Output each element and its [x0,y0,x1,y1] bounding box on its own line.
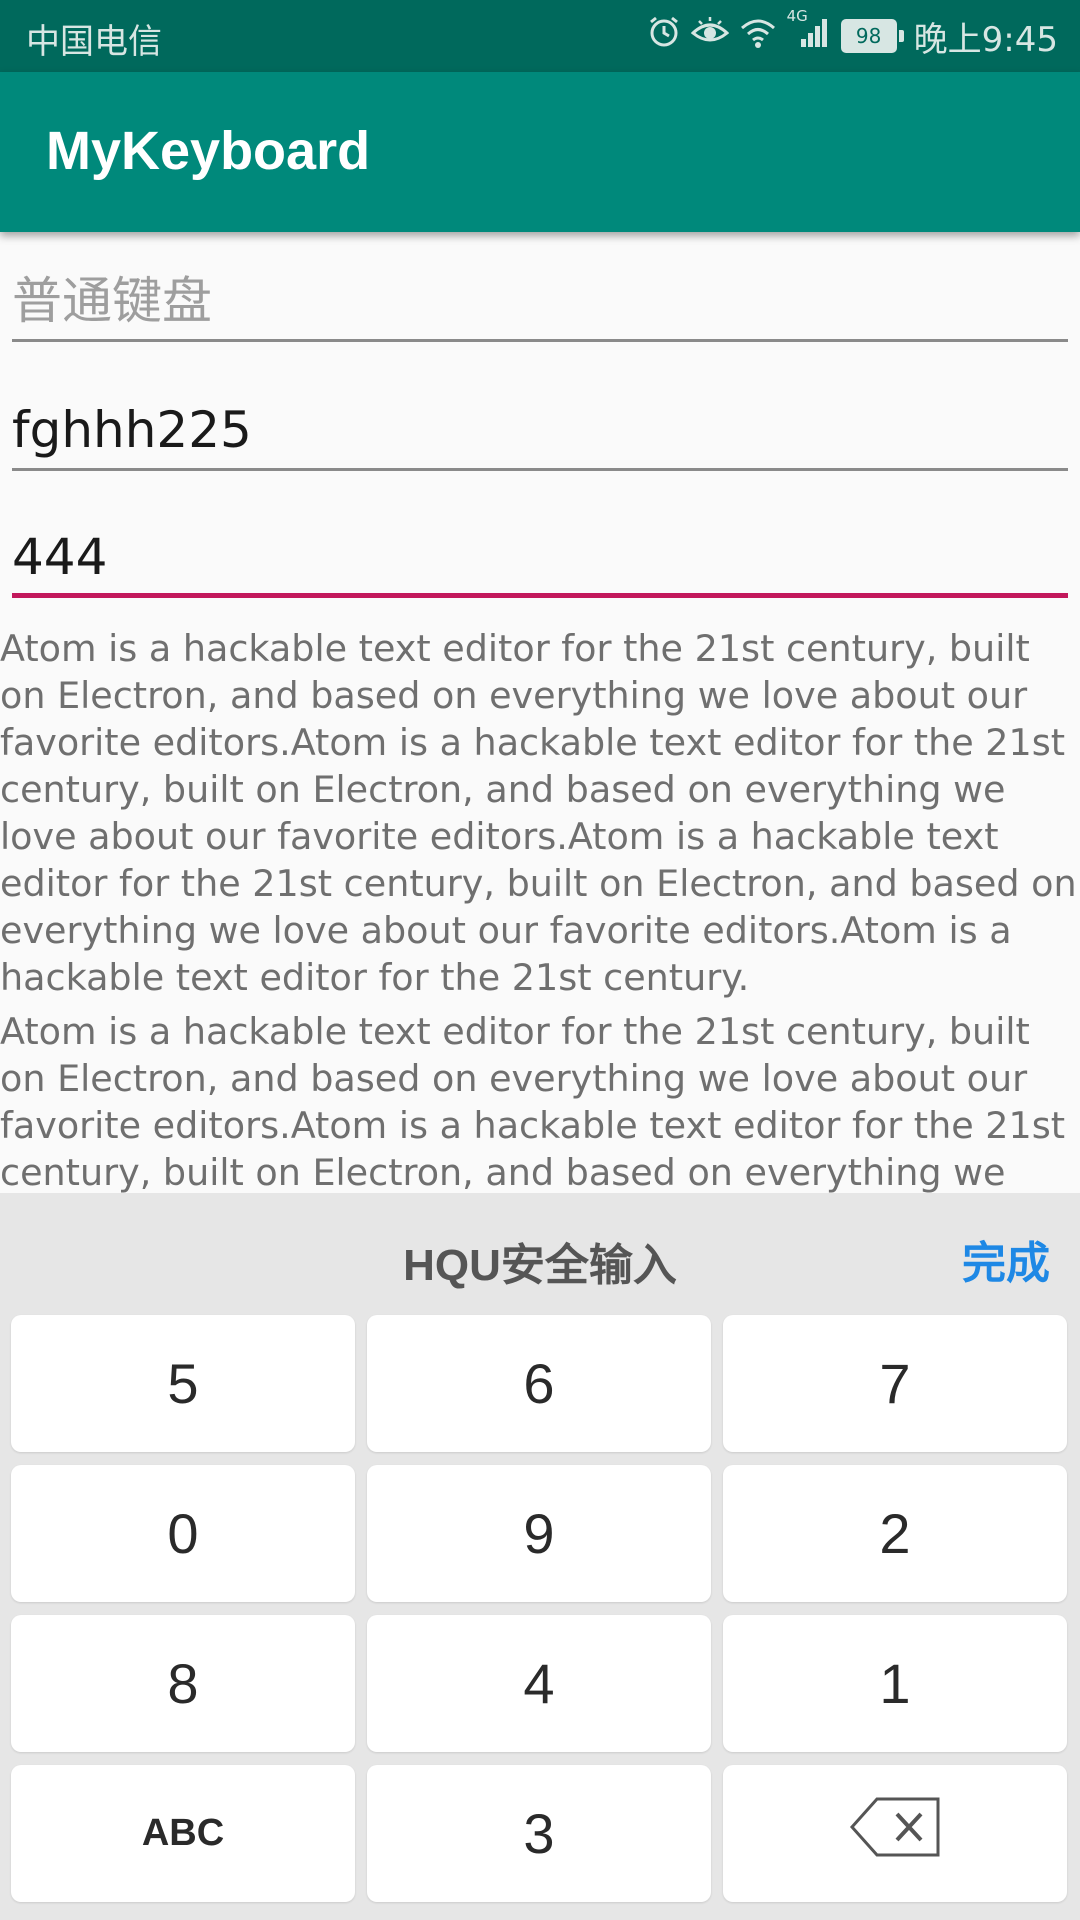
key-7[interactable]: 7 [723,1315,1067,1452]
battery-level: 98 [840,19,897,53]
backspace-icon [849,1796,941,1871]
key-9[interactable]: 9 [367,1465,711,1602]
app-bar: MyKeyboard [0,72,1080,232]
signal-icon: 4G [787,7,831,58]
eye-icon [690,15,729,58]
key-0[interactable]: 0 [11,1465,355,1602]
done-button[interactable]: 完成 [962,1227,1050,1291]
number-field[interactable] [12,488,1068,598]
abc-key[interactable]: ABC [11,1765,355,1902]
network-type-label: 4G [786,6,808,25]
number-input[interactable] [12,528,1068,586]
field-underline [12,468,1068,471]
secure-keyboard: HQU安全输入 完成 5 6 7 0 9 2 8 4 1 ABC 3 [0,1193,1080,1920]
normal-keyboard-input[interactable] [12,272,1068,330]
field-underline [12,339,1068,342]
wifi-icon [739,15,777,58]
key-1[interactable]: 1 [723,1615,1067,1752]
text-input[interactable] [12,401,1068,459]
status-icons: 4G 98 晚上9:45 [647,7,1058,60]
key-6[interactable]: 6 [367,1315,711,1452]
key-5[interactable]: 5 [11,1315,355,1452]
delete-key[interactable] [723,1765,1067,1902]
carrier-name: 中国电信 [26,22,162,62]
description-paragraph-1: Atom is a hackable text editor for the 2… [0,627,1077,999]
key-2[interactable]: 2 [723,1465,1067,1602]
keyboard-header: HQU安全输入 完成 [0,1193,1080,1313]
status-bar: 中国电信 4G 98 晚上9:45 [0,0,1080,72]
normal-keyboard-field[interactable] [12,232,1068,342]
key-8[interactable]: 8 [11,1615,355,1752]
keyboard-title: HQU安全输入 [403,1241,677,1290]
battery-icon: 98 [840,19,904,53]
app-title: MyKeyboard [46,121,371,181]
key-4[interactable]: 4 [367,1615,711,1752]
field-underline-focused [12,593,1068,598]
key-3[interactable]: 3 [367,1765,711,1902]
clock: 晚上9:45 [913,19,1058,60]
alarm-icon [647,15,681,58]
text-field[interactable] [12,361,1068,471]
